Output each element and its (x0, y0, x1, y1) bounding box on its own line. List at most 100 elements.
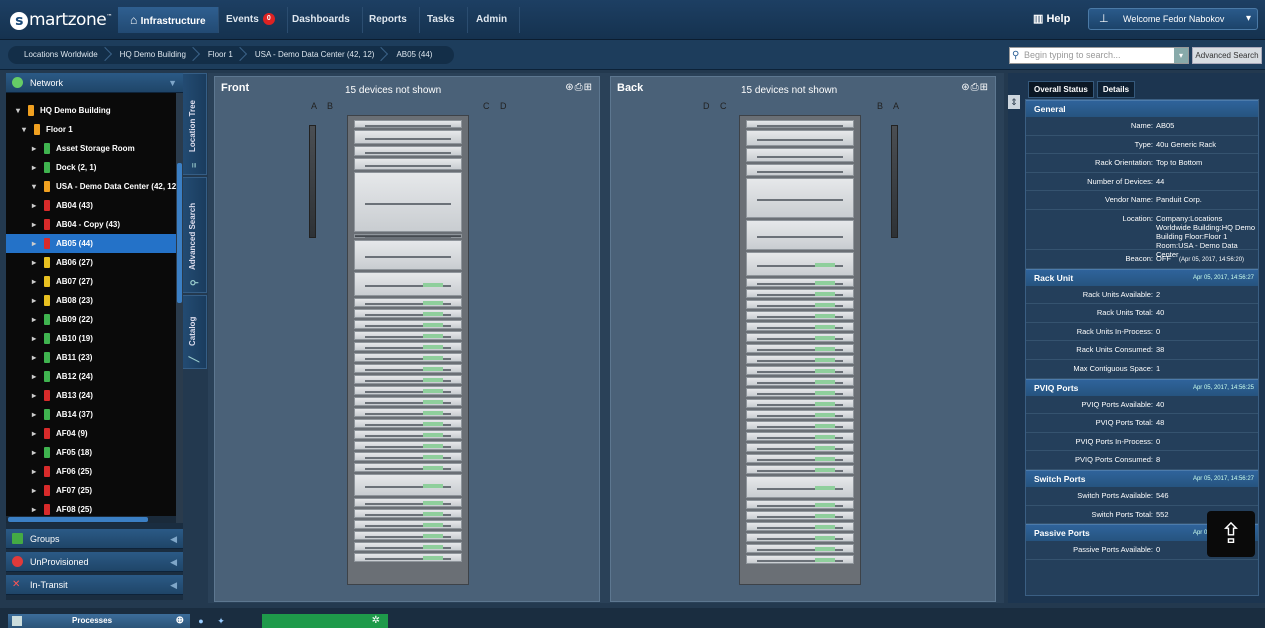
section-switch-ports[interactable]: Switch Ports Apr 05, 2017, 14:56:27 (1026, 469, 1258, 487)
home-overlay-button[interactable]: ⇪ (1207, 511, 1255, 557)
nav-tab-tasks[interactable]: Tasks (415, 7, 468, 33)
rack-device[interactable] (354, 553, 462, 562)
tree-node[interactable]: ▸ AF06 (25) (6, 462, 176, 481)
rack-device[interactable] (746, 252, 854, 276)
expand-toggle-icon[interactable]: ▸ (32, 291, 36, 310)
expand-toggle-icon[interactable]: ▸ (32, 196, 36, 215)
rack-device[interactable] (746, 454, 854, 463)
view-icon[interactable]: ⊛ (961, 82, 970, 93)
breadcrumb-item[interactable]: Locations Worldwide (16, 46, 112, 64)
tree-node[interactable]: ▾ USA - Demo Data Center (42, 12) (6, 177, 176, 196)
rack-device[interactable] (354, 463, 462, 472)
expand-toggle-icon[interactable]: ▸ (32, 367, 36, 386)
section-general[interactable]: General (1026, 100, 1258, 117)
tree-node[interactable]: ▸ AB08 (23) (6, 291, 176, 310)
rack-device[interactable] (746, 120, 854, 128)
expand-toggle-icon[interactable]: ▾ (22, 120, 26, 139)
network-header[interactable]: Network ▼ (6, 73, 183, 93)
rack-device[interactable] (746, 322, 854, 331)
nav-tab-events[interactable]: Events 0 (214, 7, 288, 33)
rack-device[interactable] (354, 240, 462, 270)
tree-node[interactable]: ▸ AB06 (27) (6, 253, 176, 272)
rack-device[interactable] (354, 419, 462, 428)
rack-device[interactable] (354, 320, 462, 329)
rack-device[interactable] (746, 344, 854, 353)
rack-device[interactable] (354, 342, 462, 351)
expand-toggle-icon[interactable]: ▸ (32, 158, 36, 177)
rack-device[interactable] (354, 498, 462, 507)
expand-toggle-icon[interactable]: ▸ (32, 139, 36, 158)
rack-device[interactable] (746, 410, 854, 419)
expand-toggle-icon[interactable]: ▸ (32, 329, 36, 348)
tree-node[interactable]: ▸ AB12 (24) (6, 367, 176, 386)
rack-device[interactable] (354, 234, 462, 239)
help-link[interactable]: ▥ Help (1033, 12, 1070, 25)
rack-device[interactable] (746, 333, 854, 342)
expand-toggle-icon[interactable]: ▸ (32, 234, 36, 253)
rack-device[interactable] (354, 452, 462, 461)
rack-device[interactable] (354, 509, 462, 518)
rack-device[interactable] (746, 355, 854, 364)
smartzone-logo[interactable]: s martzone™ (10, 10, 112, 30)
nav-tab-dashboards[interactable]: Dashboards (280, 7, 363, 33)
expand-toggle-icon[interactable]: ▸ (32, 253, 36, 272)
front-pdu-strip[interactable] (309, 125, 316, 238)
front-rack[interactable] (347, 115, 469, 585)
processes-button[interactable]: Processes ⊕ (8, 614, 190, 628)
search-dropdown-button[interactable]: ▾ (1174, 48, 1188, 63)
tree-node[interactable]: ▸ AB04 (43) (6, 196, 176, 215)
tree-node[interactable]: ▸ AB10 (19) (6, 329, 176, 348)
rack-device[interactable] (354, 531, 462, 540)
rack-device[interactable] (354, 272, 462, 296)
rack-device[interactable] (746, 366, 854, 375)
nav-tab-admin[interactable]: Admin (464, 7, 521, 33)
rack-device[interactable] (746, 148, 854, 162)
section-pviq-ports[interactable]: PVIQ Ports Apr 05, 2017, 14:56:25 (1026, 378, 1258, 396)
tree-node[interactable]: ▾ HQ Demo Building (6, 101, 176, 120)
tree-node[interactable]: ▸ AB04 - Copy (43) (6, 215, 176, 234)
breadcrumb-item[interactable]: HQ Demo Building (112, 46, 200, 64)
export-icon[interactable]: ⊞ (584, 82, 593, 93)
tab-location-tree[interactable]: Location Tree ≡ (183, 73, 207, 175)
tree-node[interactable]: ▸ Asset Storage Room (6, 139, 176, 158)
status-icon[interactable]: ● (194, 616, 208, 628)
back-rack[interactable] (739, 115, 861, 585)
advanced-search-button[interactable]: Advanced Search (1192, 47, 1262, 64)
tab-catalog[interactable]: Catalog ╱ (183, 295, 207, 369)
search-input[interactable]: ⚲ Begin typing to search... (1009, 47, 1189, 64)
panel-toggle-icon[interactable]: ⇕ (1008, 95, 1020, 109)
rack-device[interactable] (354, 172, 462, 232)
rack-device[interactable] (746, 130, 854, 146)
rack-device[interactable] (354, 430, 462, 439)
rack-device[interactable] (354, 386, 462, 395)
expand-toggle-icon[interactable]: ▸ (32, 386, 36, 405)
expand-toggle-icon[interactable]: ▸ (32, 443, 36, 462)
rack-device[interactable] (354, 441, 462, 450)
tree-node[interactable]: ▸ AF07 (25) (6, 481, 176, 500)
rack-device[interactable] (354, 474, 462, 496)
expand-toggle-icon[interactable]: ▾ (16, 101, 20, 120)
rack-device[interactable] (746, 421, 854, 430)
tree-horizontal-scrollbar[interactable] (6, 516, 176, 523)
tree-node[interactable]: ▸ AB05 (44) (6, 234, 176, 253)
expand-toggle-icon[interactable]: ▸ (32, 215, 36, 234)
rack-device[interactable] (354, 130, 462, 144)
rack-device[interactable] (354, 375, 462, 384)
rack-device[interactable] (746, 544, 854, 553)
expand-toggle-icon[interactable]: ▸ (32, 424, 36, 443)
rack-device[interactable] (746, 500, 854, 509)
tree-node[interactable]: ▸ AF04 (9) (6, 424, 176, 443)
tab-overall-status[interactable]: Overall Status (1028, 81, 1094, 98)
print-icon[interactable]: ⎙ (971, 82, 980, 93)
user-menu[interactable]: ⊥ Welcome Fedor Nabokov ▾ (1088, 8, 1258, 30)
expand-toggle-icon[interactable]: ▸ (32, 481, 36, 500)
rack-device[interactable] (746, 377, 854, 386)
export-icon[interactable]: ⊞ (980, 82, 989, 93)
rack-device[interactable] (354, 397, 462, 406)
tree-node[interactable]: ▸ AB09 (22) (6, 310, 176, 329)
breadcrumb-item[interactable]: AB05 (44) (388, 46, 446, 64)
rack-device[interactable] (354, 120, 462, 128)
rack-device[interactable] (354, 408, 462, 417)
section-rack-unit[interactable]: Rack Unit Apr 05, 2017, 14:56:27 (1026, 268, 1258, 286)
in-transit-header[interactable]: ✕ In-Transit ◀ (6, 575, 183, 595)
